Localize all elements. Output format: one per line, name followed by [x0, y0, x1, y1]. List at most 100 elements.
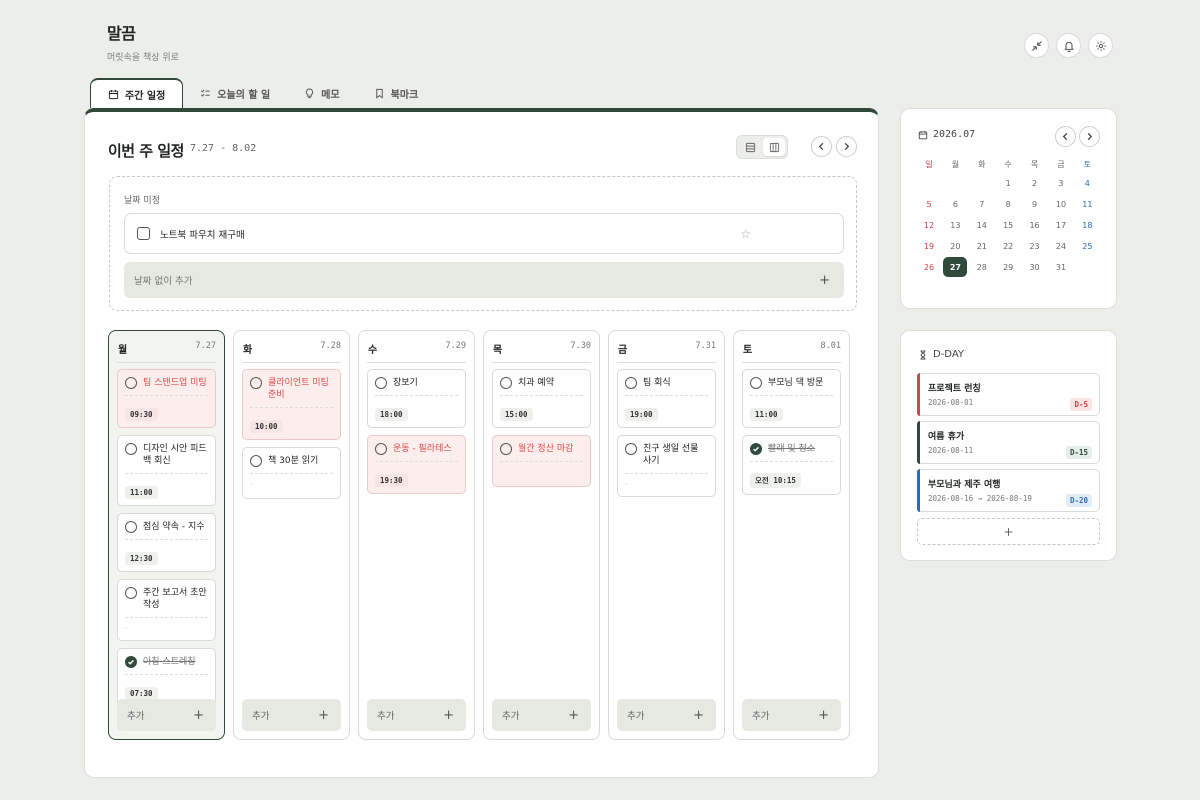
task-card[interactable]: 점심 약속 - 지수 12:30	[117, 513, 216, 572]
task-checkbox[interactable]	[500, 443, 512, 455]
prev-week-button[interactable]	[811, 136, 832, 157]
collapse-button[interactable]	[1024, 33, 1049, 58]
task-card[interactable]: 친구 생일 선물 사기 ·	[617, 435, 716, 497]
column-view-button[interactable]	[763, 138, 785, 156]
calendar-day[interactable]: 27	[943, 257, 968, 277]
day-add-button[interactable]: 추가 +	[617, 699, 716, 731]
prev-month-button[interactable]	[1055, 126, 1076, 147]
next-week-button[interactable]	[836, 136, 857, 157]
task-checkbox[interactable]	[750, 377, 762, 389]
calendar-day[interactable]: 7	[970, 194, 994, 214]
dday-item[interactable]: 부모님과 제주 여행 2026-08-16 → 2026-08-19 D-20	[917, 469, 1100, 512]
calendar-day[interactable]: 5	[917, 194, 941, 214]
task-checkbox[interactable]	[375, 443, 387, 455]
empty-time: ·	[250, 480, 253, 489]
task-card[interactable]: 팀 회식 19:00	[617, 369, 716, 428]
calendar-day[interactable]: 6	[943, 194, 967, 214]
task-row: 장보기	[375, 377, 458, 389]
task-checkbox[interactable]	[250, 455, 262, 467]
task-card[interactable]: 클라이언트 미팅 준비 10:00	[242, 369, 341, 440]
task-checkbox[interactable]	[125, 443, 137, 455]
settings-button[interactable]	[1088, 33, 1113, 58]
star-icon[interactable]: ☆	[740, 227, 751, 241]
task-card[interactable]: 부모님 댁 방문 11:00	[742, 369, 841, 428]
task-card[interactable]: 빨래 및 청소 오전 10:15	[742, 435, 841, 495]
calendar-day[interactable]: 16	[1023, 215, 1047, 235]
dday-item[interactable]: 프로젝트 런칭 2026-08-01 D-5	[917, 373, 1100, 416]
task-card[interactable]: 치과 예약 15:00	[492, 369, 591, 428]
task-checkbox[interactable]	[125, 521, 137, 533]
task-checkbox[interactable]	[125, 587, 137, 599]
calendar-day[interactable]: 31	[1049, 257, 1073, 277]
tab-weekly[interactable]: 주간 일정	[90, 78, 184, 108]
day-add-button[interactable]: 추가 +	[367, 699, 466, 731]
calendar-day[interactable]: 3	[1049, 173, 1073, 193]
list-view-icon	[745, 142, 755, 152]
calendar-day[interactable]: 21	[970, 236, 994, 256]
dday-badge: D-20	[1065, 494, 1092, 507]
calendar-day[interactable]: 26	[917, 257, 941, 277]
calendar-day[interactable]: 9	[1023, 194, 1047, 214]
task-checkbox[interactable]	[625, 443, 637, 455]
day-add-button[interactable]: 추가 +	[242, 699, 341, 731]
dday-item[interactable]: 여름 휴가 2026-08-11 D-15	[917, 421, 1100, 464]
task-card[interactable]: 장보기 18:00	[367, 369, 466, 428]
add-dday-button[interactable]: +	[917, 518, 1100, 545]
task-text: 부모님 댁 방문	[768, 378, 824, 388]
calendar-day[interactable]: 1	[996, 173, 1020, 193]
task-checkbox[interactable]	[375, 377, 387, 389]
next-month-button[interactable]	[1079, 126, 1100, 147]
dday-color-bar	[917, 373, 920, 416]
task-card[interactable]: 디자인 시안 피드백 회신 11:00	[117, 435, 216, 506]
calendar-day[interactable]: 19	[917, 236, 941, 256]
notifications-button[interactable]	[1056, 33, 1081, 58]
calendar-day[interactable]: 14	[970, 215, 994, 235]
task-checkbox[interactable]	[250, 377, 262, 389]
task-card[interactable]: 팀 스탠드업 미팅 09:30	[117, 369, 216, 428]
calendar-day[interactable]: 12	[917, 215, 941, 235]
calendar-day[interactable]: 15	[996, 215, 1020, 235]
list-view-button[interactable]	[739, 138, 761, 156]
column-view-icon	[769, 142, 779, 152]
calendar-day[interactable]: 20	[943, 236, 967, 256]
calendar-day[interactable]: 22	[996, 236, 1020, 256]
task-row: 치과 예약	[500, 377, 583, 389]
task-checkbox[interactable]	[125, 377, 137, 389]
task-card[interactable]: 주간 보고서 초안 작성 ·	[117, 579, 216, 641]
day-column: 화 7.28 클라이언트 미팅 준비 10:00 책 30분 읽기 · 추가 +	[233, 330, 350, 740]
task-checkbox[interactable]	[625, 377, 637, 389]
task-card[interactable]: 운동 - 필라테스 19:30	[367, 435, 466, 494]
calendar-day[interactable]: 28	[970, 257, 994, 277]
checked-circle-icon[interactable]	[125, 656, 137, 668]
calendar-day[interactable]: 4	[1075, 173, 1099, 193]
app-header: 말끔 머릿속을 책상 위로	[107, 20, 179, 63]
undated-add-input[interactable]: 날짜 없이 추가 +	[124, 262, 844, 298]
tab-today[interactable]: 오늘의 할 일	[183, 78, 287, 108]
day-add-button[interactable]: 추가 +	[117, 699, 216, 731]
weekday-header: 금	[1057, 159, 1065, 169]
calendar-day[interactable]: 17	[1049, 215, 1073, 235]
task-card[interactable]: 월간 정산 마감 ·	[492, 435, 591, 487]
calendar-day[interactable]: 18	[1075, 215, 1099, 235]
calendar-day[interactable]: 29	[996, 257, 1020, 277]
calendar-day[interactable]: 8	[996, 194, 1020, 214]
plus-icon[interactable]: +	[819, 273, 830, 288]
calendar-day[interactable]: 24	[1049, 236, 1073, 256]
undated-task[interactable]: 노트북 파우치 재구매 ☆	[124, 213, 844, 254]
task-card[interactable]: 책 30분 읽기 ·	[242, 447, 341, 499]
day-add-button[interactable]: 추가 +	[492, 699, 591, 731]
day-add-button[interactable]: 추가 +	[742, 699, 841, 731]
calendar-day[interactable]: 10	[1049, 194, 1073, 214]
task-checkbox[interactable]	[500, 377, 512, 389]
calendar-day[interactable]: 23	[1023, 236, 1047, 256]
calendar-day[interactable]: 30	[1023, 257, 1047, 277]
calendar-day[interactable]: 13	[943, 215, 967, 235]
calendar-day[interactable]: 25	[1075, 236, 1099, 256]
tab-memo[interactable]: 메모	[287, 78, 356, 108]
task-list: 치과 예약 15:00 월간 정산 마감 ·	[492, 369, 591, 494]
calendar-day[interactable]: 2	[1023, 173, 1047, 193]
checked-circle-icon[interactable]	[750, 443, 762, 455]
calendar-day[interactable]: 11	[1075, 194, 1099, 214]
tab-bookmark[interactable]: 북마크	[357, 78, 436, 108]
task-checkbox[interactable]	[137, 227, 150, 240]
